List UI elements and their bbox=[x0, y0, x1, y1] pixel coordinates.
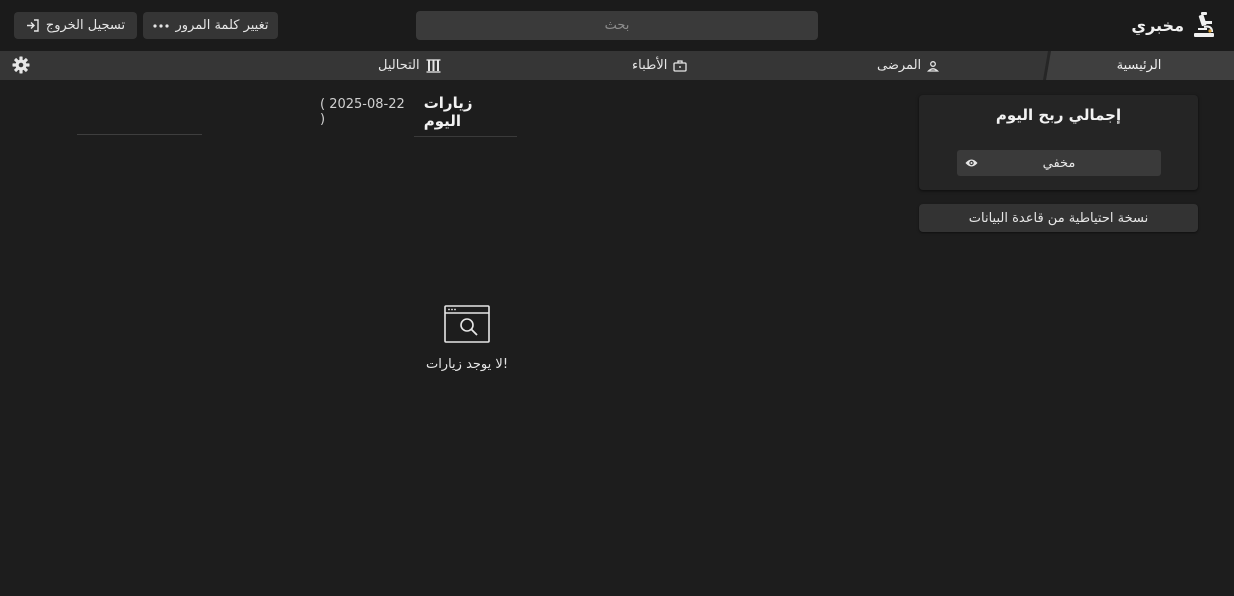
card-title-divider bbox=[77, 134, 202, 135]
briefcase-icon bbox=[673, 59, 688, 72]
eye-icon bbox=[965, 159, 978, 167]
tab-tests[interactable]: التحاليل bbox=[378, 51, 441, 80]
tab-patients[interactable]: المرضى bbox=[877, 51, 940, 80]
today-profit-title: إجمالي ربح اليوم bbox=[995, 106, 1122, 124]
microscope-icon bbox=[1194, 12, 1214, 37]
tab-tests-label: التحاليل bbox=[378, 58, 420, 73]
top-bar: مخبري تغيير كلمة المرور تسجيل الخروج bbox=[0, 0, 1234, 51]
logout-icon bbox=[26, 19, 39, 32]
brand: مخبري bbox=[1131, 10, 1216, 40]
logout-label: تسجيل الخروج bbox=[45, 18, 126, 33]
tab-doctors-label: الأطباء bbox=[632, 58, 668, 73]
tab-doctors[interactable]: الأطباء bbox=[632, 51, 688, 80]
nav-bar: الرئيسية المرضى الأطباء التحاليل bbox=[0, 51, 1234, 80]
user-icon bbox=[927, 60, 940, 72]
hidden-label: مخفي bbox=[1042, 155, 1076, 171]
logout-button[interactable]: تسجيل الخروج bbox=[14, 12, 137, 39]
search-input[interactable] bbox=[416, 11, 818, 40]
today-visits-title: زيارات اليوم bbox=[413, 94, 517, 137]
app-title: مخبري bbox=[1131, 15, 1184, 35]
today-profit-card: إجمالي ربح اليوم مخفي bbox=[919, 95, 1198, 190]
test-tubes-icon bbox=[426, 58, 441, 73]
change-password-button[interactable]: تغيير كلمة المرور bbox=[143, 12, 278, 39]
search-window-icon bbox=[444, 305, 490, 343]
empty-visits-text: لا يوجد زيارات! bbox=[425, 357, 509, 372]
gear-icon[interactable] bbox=[12, 56, 30, 74]
today-visits-date: ( 2025-08-22 ) bbox=[320, 97, 405, 127]
backup-database-button[interactable]: نسخة احتياطية من قاعدة البيانات bbox=[919, 204, 1198, 232]
empty-visits-state: لا يوجد زيارات! bbox=[400, 305, 534, 372]
tab-patients-label: المرضى bbox=[877, 58, 922, 73]
toggle-profit-visibility-button[interactable]: مخفي bbox=[957, 150, 1161, 176]
change-password-label: تغيير كلمة المرور bbox=[175, 18, 269, 33]
tab-home[interactable]: الرئيسية bbox=[1044, 51, 1234, 80]
password-dots-icon bbox=[152, 23, 169, 28]
today-visits-header: زيارات اليوم ( 2025-08-22 ) bbox=[320, 94, 517, 137]
